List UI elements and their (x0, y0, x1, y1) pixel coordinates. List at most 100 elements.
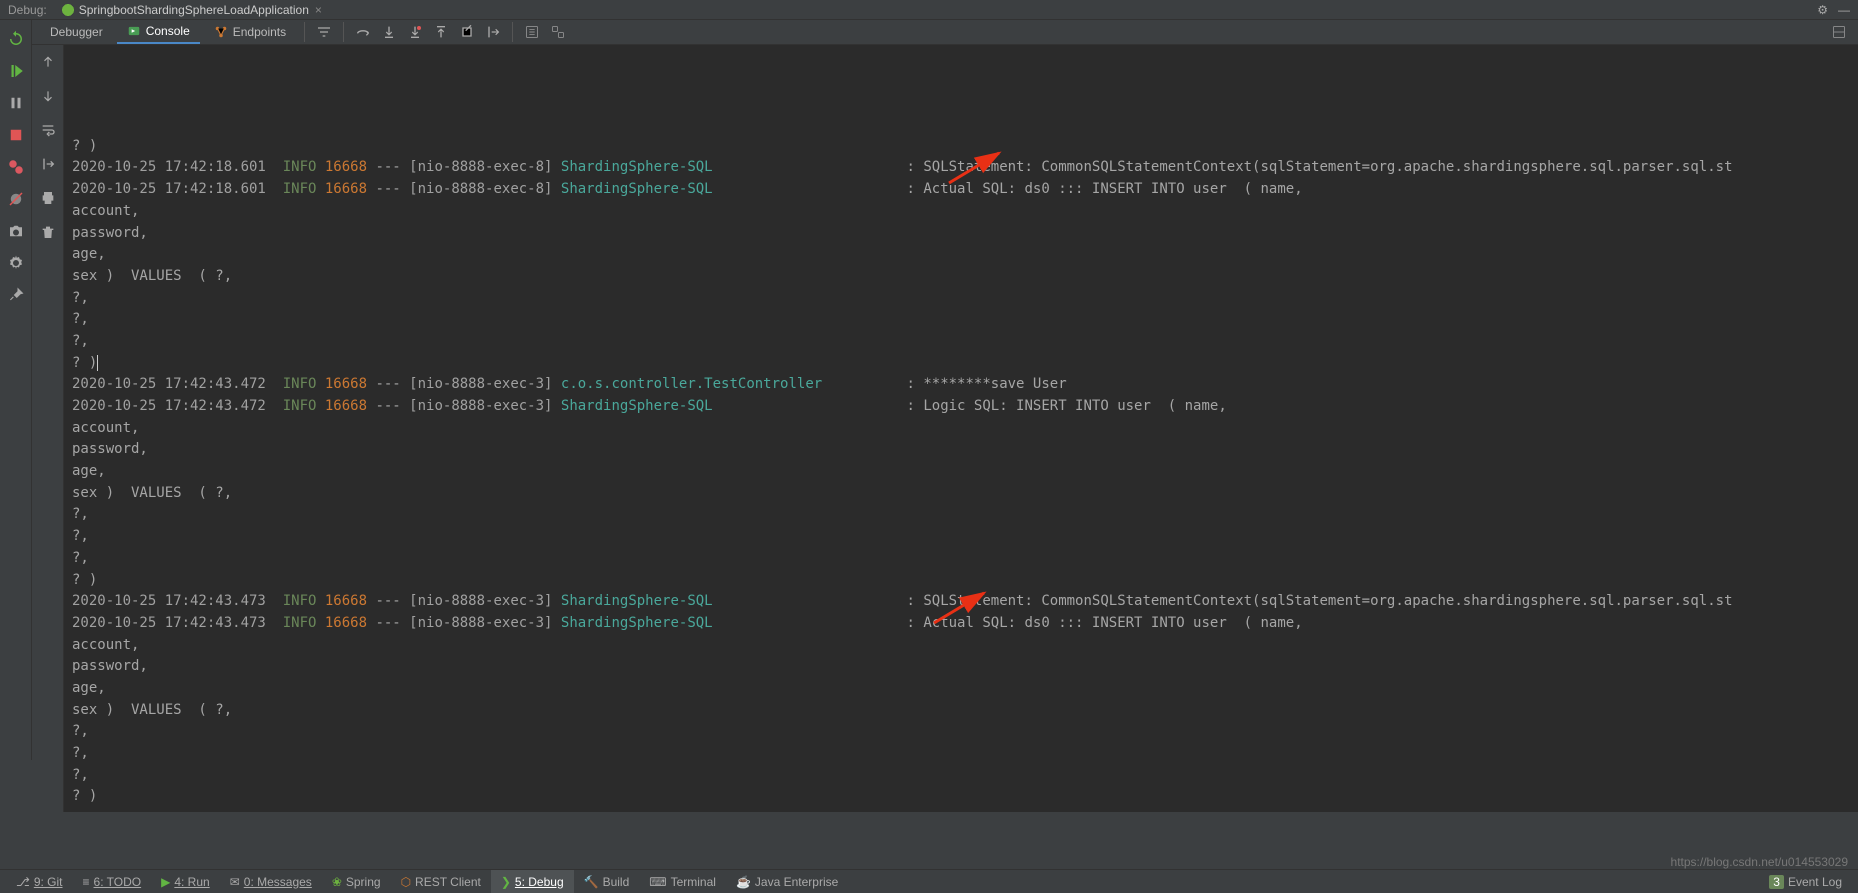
step-into-icon[interactable] (381, 24, 397, 40)
status-git[interactable]: ⎇9: Git (6, 870, 73, 893)
endpoints-icon (214, 25, 228, 39)
status-eventlog[interactable]: 3 Event Log (1759, 870, 1852, 893)
status-todo[interactable]: ≡6: TODO (73, 870, 152, 893)
tab-endpoints-label: Endpoints (233, 25, 286, 39)
status-rest-label: REST Client (415, 875, 481, 889)
log-line: 2020-10-25 17:42:18.601 INFO 16668 --- [… (72, 157, 1850, 179)
status-spring-label: Spring (346, 875, 381, 889)
top-bar: Debug: SpringbootShardingSphereLoadAppli… (0, 0, 1858, 20)
stop-icon[interactable] (7, 126, 25, 144)
console-icon (127, 24, 141, 38)
status-run-label: 4: Run (174, 875, 209, 889)
filter-icon[interactable] (316, 24, 332, 40)
log-line: ?, (72, 309, 1850, 331)
settings-icon[interactable] (7, 254, 25, 272)
pause-icon[interactable] (7, 94, 25, 112)
log-line: account, (72, 418, 1850, 440)
tab-debugger[interactable]: Debugger (40, 21, 113, 43)
log-line: ?, (72, 743, 1850, 765)
log-line: account, (72, 201, 1850, 223)
log-line: ?, (72, 288, 1850, 310)
log-line: ?, (72, 765, 1850, 787)
status-javaee-label: Java Enterprise (755, 875, 838, 889)
log-line: age, (72, 244, 1850, 266)
status-javaee[interactable]: ☕Java Enterprise (726, 870, 848, 893)
log-line: ?, (72, 721, 1850, 743)
status-eventlog-badge: 3 (1769, 875, 1784, 889)
status-spring[interactable]: ❀Spring (322, 870, 391, 893)
log-line: 2020-10-25 17:42:43.473 INFO 16668 --- [… (72, 613, 1850, 635)
status-debug-label: 5: Debug (515, 875, 564, 889)
camera-icon[interactable] (7, 222, 25, 240)
tab-console-label: Console (146, 24, 190, 38)
force-step-into-icon[interactable] (407, 24, 423, 40)
console-toolbar (32, 45, 64, 812)
log-line: ? ) (72, 786, 1850, 808)
log-line: age, (72, 461, 1850, 483)
status-rest[interactable]: ⬡REST Client (391, 870, 491, 893)
tab-debugger-label: Debugger (50, 25, 103, 39)
run-config-tab[interactable]: SpringbootShardingSphereLoadApplication … (55, 1, 328, 19)
log-line: ? ) (72, 570, 1850, 592)
log-line: ?, (72, 504, 1850, 526)
log-line: 2020-10-25 17:42:18.601 INFO 16668 --- [… (72, 179, 1850, 201)
step-over-icon[interactable] (355, 24, 371, 40)
log-line: ?, (72, 548, 1850, 570)
gear-icon[interactable]: ⚙ (1817, 3, 1828, 17)
log-line: 2020-10-25 17:42:43.472 INFO 16668 --- [… (72, 374, 1850, 396)
tab-endpoints[interactable]: Endpoints (204, 21, 296, 43)
mute-breakpoints-icon[interactable] (7, 190, 25, 208)
log-line: account, (72, 635, 1850, 657)
status-debug[interactable]: ❯5: Debug (491, 870, 574, 893)
status-messages[interactable]: ✉0: Messages (220, 870, 322, 893)
pin-icon[interactable] (7, 286, 25, 304)
layout-icon[interactable] (1831, 24, 1847, 40)
drop-frame-icon[interactable] (459, 24, 475, 40)
log-line: 2020-10-25 17:42:43.473 INFO 16668 --- [… (72, 591, 1850, 613)
log-line: password, (72, 223, 1850, 245)
scroll-to-end-icon[interactable] (36, 152, 60, 176)
tab-console[interactable]: Console (117, 20, 200, 44)
log-line: age, (72, 678, 1850, 700)
status-terminal[interactable]: ⌨Terminal (639, 870, 726, 893)
status-run[interactable]: ▶4: Run (151, 870, 220, 893)
watermark: https://blog.csdn.net/u014553029 (1671, 855, 1848, 869)
log-line: password, (72, 439, 1850, 461)
status-build-label: Build (603, 875, 630, 889)
breakpoints-icon[interactable] (7, 158, 25, 176)
toolbar: Debugger Console Endpoints (32, 20, 1858, 45)
step-out-icon[interactable] (433, 24, 449, 40)
debug-label: Debug: (8, 3, 47, 17)
status-git-label: 9: Git (34, 875, 63, 889)
bottom-bar: ⎇9: Git ≡6: TODO ▶4: Run ✉0: Messages ❀S… (0, 869, 1858, 893)
log-line: password, (72, 656, 1850, 678)
close-icon[interactable]: × (315, 3, 322, 17)
evaluate-icon[interactable] (524, 24, 540, 40)
soft-wrap-icon[interactable] (36, 118, 60, 142)
print-icon[interactable] (36, 186, 60, 210)
run-to-cursor-icon[interactable] (485, 24, 501, 40)
clear-icon[interactable] (36, 220, 60, 244)
status-build[interactable]: 🔨Build (574, 870, 640, 893)
spring-icon (61, 3, 75, 17)
log-line: ?, (72, 331, 1850, 353)
trace-icon[interactable] (550, 24, 566, 40)
down-icon[interactable] (36, 84, 60, 108)
log-line: sex ) VALUES ( ?, (72, 483, 1850, 505)
log-line: sex ) VALUES ( ?, (72, 700, 1850, 722)
log-line: ? )​ (72, 353, 1850, 375)
status-terminal-label: Terminal (671, 875, 716, 889)
rerun-icon[interactable] (7, 30, 25, 48)
up-icon[interactable] (36, 50, 60, 74)
log-line: sex ) VALUES ( ?, (72, 266, 1850, 288)
log-line: 2020-10-25 17:42:43.472 INFO 16668 --- [… (72, 396, 1850, 418)
console-output[interactable]: ? )2020-10-25 17:42:18.601 INFO 16668 --… (64, 45, 1858, 812)
status-messages-label: 0: Messages (244, 875, 312, 889)
status-todo-label: 6: TODO (94, 875, 142, 889)
minimize-icon[interactable]: — (1838, 3, 1850, 17)
run-config-name: SpringbootShardingSphereLoadApplication (79, 3, 309, 17)
resume-icon[interactable] (7, 62, 25, 80)
status-eventlog-label: Event Log (1788, 875, 1842, 889)
log-line: ?, (72, 526, 1850, 548)
log-line: ? ) (72, 136, 1850, 158)
